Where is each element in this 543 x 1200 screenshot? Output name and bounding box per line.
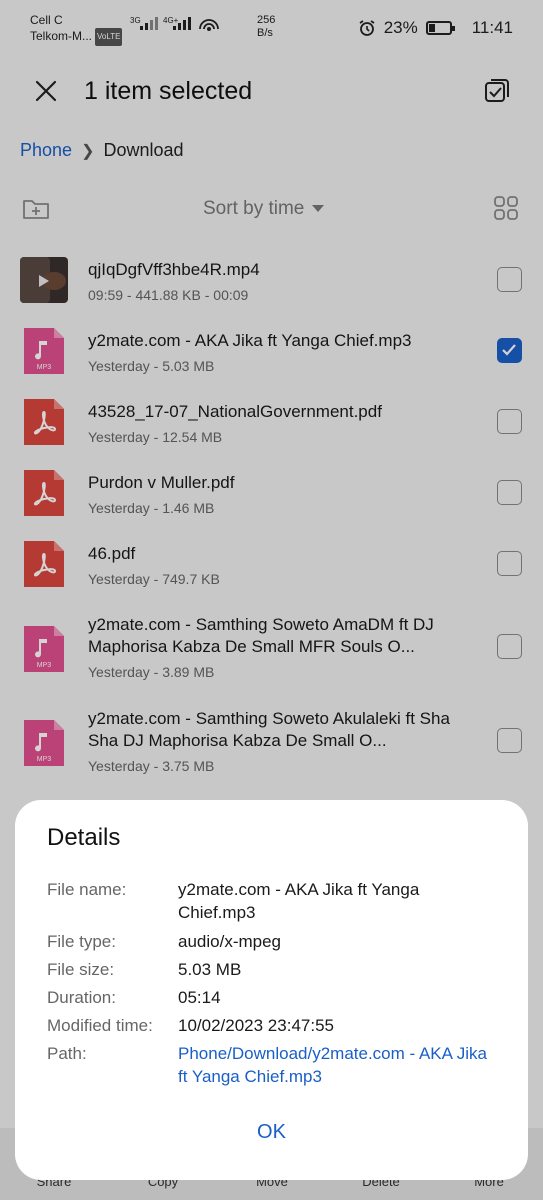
detail-row-path: Path: Phone/Download/y2mate.com - AKA Ji…	[47, 1042, 498, 1090]
detail-label: Path:	[47, 1044, 87, 1063]
detail-value: y2mate.com - AKA Jika ft Yanga Chief.mp3	[178, 880, 420, 922]
details-dialog: Details File name: y2mate.com - AKA Jika…	[15, 800, 528, 1180]
detail-label: File size:	[47, 960, 115, 979]
detail-value: audio/x-mpeg	[178, 932, 282, 951]
path-link[interactable]: Phone/Download/y2mate.com - AKA Jika ft …	[178, 1042, 498, 1088]
detail-label: Modified time:	[47, 1016, 153, 1035]
dialog-title: Details	[47, 824, 121, 851]
detail-label: Duration:	[47, 988, 116, 1007]
ok-button[interactable]: OK	[15, 1121, 528, 1144]
detail-value: 05:14	[178, 988, 221, 1007]
detail-value: 5.03 MB	[178, 960, 242, 979]
detail-label: File type:	[47, 932, 116, 951]
detail-label: File name:	[47, 880, 127, 899]
detail-row-file-name: File name: y2mate.com - AKA Jika ft Yang…	[47, 878, 498, 926]
detail-value: 10/02/2023 23:47:55	[178, 1016, 334, 1035]
